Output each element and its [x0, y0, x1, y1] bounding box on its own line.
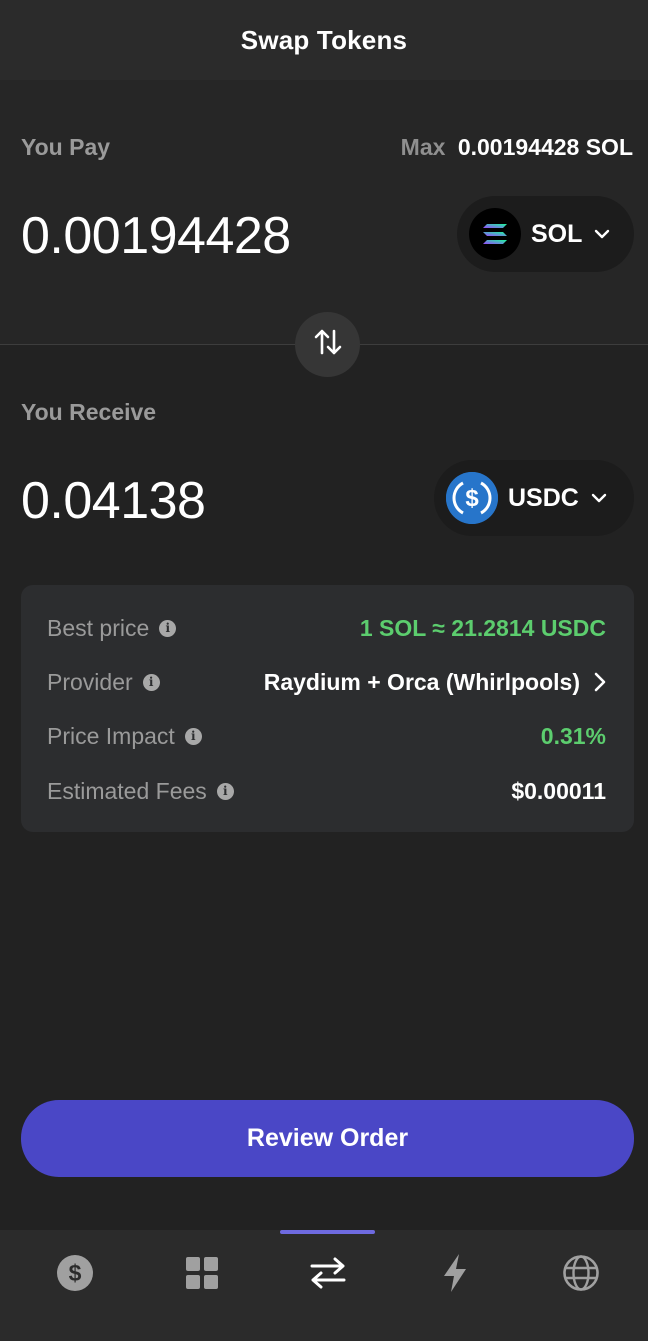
estimated-fees-value: $0.00011: [511, 777, 606, 804]
receive-token-selector[interactable]: $ USDC: [434, 460, 634, 536]
tab-browser[interactable]: [516, 1230, 645, 1320]
swap-details-card: Best price i 1 SOL ≈ 21.2814 USDC Provid…: [21, 585, 634, 832]
price-impact-label: Price Impact: [47, 722, 175, 749]
lightning-icon: [442, 1253, 468, 1298]
best-price-value: 1 SOL ≈ 21.2814 USDC: [359, 614, 606, 641]
estimated-fees-row: Estimated Fees i $0.00011: [47, 771, 606, 811]
svg-text:$: $: [68, 1260, 81, 1286]
info-icon[interactable]: i: [142, 673, 160, 691]
header-bar: Swap Tokens: [0, 0, 648, 80]
tab-collectibles[interactable]: [137, 1230, 266, 1320]
bottom-tab-bar: $: [0, 1230, 648, 1341]
swap-vertical-icon: [311, 325, 345, 364]
page-title: Swap Tokens: [240, 24, 408, 55]
pay-token-selector[interactable]: SOL: [457, 196, 634, 272]
chevron-down-icon: [591, 493, 607, 503]
svg-text:$: $: [465, 485, 479, 512]
best-price-row: Best price i 1 SOL ≈ 21.2814 USDC: [47, 608, 606, 648]
swap-direction-button[interactable]: [295, 312, 360, 377]
max-amount-button[interactable]: Max 0.00194428 SOL: [401, 134, 633, 161]
usdc-icon: $: [446, 472, 498, 524]
estimated-fees-label: Estimated Fees: [47, 777, 207, 804]
provider-value: Raydium + Orca (Whirlpools): [263, 668, 580, 695]
tab-activity[interactable]: [390, 1230, 519, 1320]
chevron-right-icon: [594, 672, 606, 692]
best-price-label: Best price: [47, 614, 150, 641]
provider-label: Provider: [47, 668, 133, 695]
info-icon[interactable]: i: [184, 727, 202, 745]
provider-row[interactable]: Provider i Raydium + Orca (Whirlpools): [47, 662, 606, 702]
globe-icon: [562, 1254, 600, 1297]
max-value: 0.00194428 SOL: [457, 134, 633, 160]
receive-token-symbol: USDC: [508, 483, 579, 512]
solana-icon: [469, 208, 521, 260]
you-pay-label: You Pay: [21, 134, 111, 160]
pay-token-symbol: SOL: [531, 219, 583, 248]
max-label: Max: [400, 134, 446, 160]
price-impact-row: Price Impact i 0.31%: [47, 716, 606, 756]
you-receive-label: You Receive: [21, 399, 157, 425]
tab-swap[interactable]: [263, 1230, 392, 1320]
info-icon[interactable]: i: [159, 619, 177, 637]
info-icon[interactable]: i: [216, 782, 234, 800]
grid-icon: [185, 1256, 219, 1295]
dollar-icon: $: [56, 1254, 94, 1297]
price-impact-value: 0.31%: [540, 722, 606, 749]
swap-arrows-icon: [308, 1255, 348, 1296]
chevron-down-icon: [594, 229, 610, 239]
tab-wallet[interactable]: $: [10, 1230, 139, 1320]
review-order-button[interactable]: Review Order: [21, 1100, 634, 1177]
receive-amount: 0.04138: [21, 472, 206, 530]
pay-amount-input[interactable]: 0.00194428: [21, 206, 291, 266]
